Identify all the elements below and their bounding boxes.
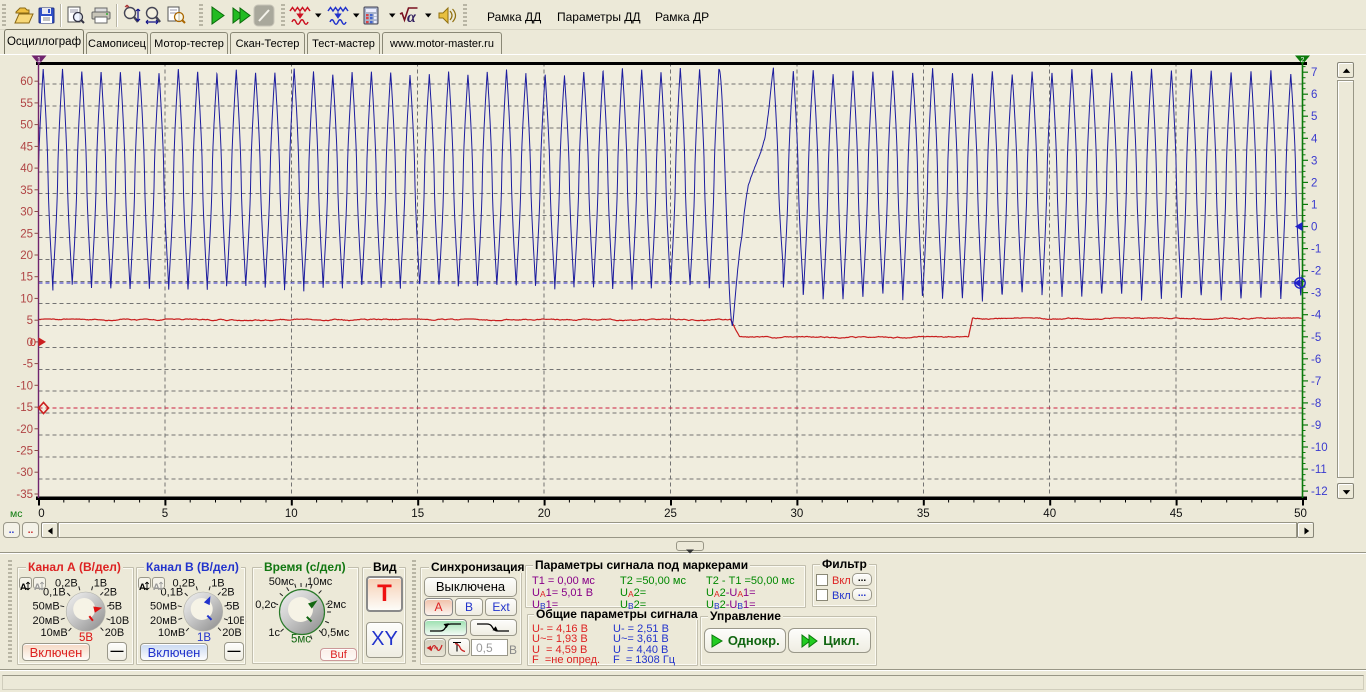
svg-text:-30: -30 (16, 467, 33, 479)
svg-text:-1: -1 (1311, 244, 1321, 256)
svg-text:0: 0 (38, 508, 44, 520)
svg-text:0: 0 (27, 337, 33, 349)
svg-text:0,1В: 0,1В (43, 587, 66, 599)
svg-text:20В: 20В (105, 627, 125, 639)
svg-text:10: 10 (20, 293, 33, 305)
svg-text:-8: -8 (1311, 398, 1321, 410)
svg-text:6: 6 (1311, 89, 1317, 101)
svg-text:α: α (407, 9, 417, 26)
svg-text:5: 5 (1311, 111, 1317, 123)
svg-text:45: 45 (20, 141, 33, 153)
svg-text:20мВ: 20мВ (33, 615, 60, 627)
svg-text:45: 45 (1170, 508, 1183, 520)
svg-text:-20: -20 (16, 424, 33, 436)
svg-text:40: 40 (1043, 508, 1056, 520)
svg-text:20: 20 (20, 250, 33, 262)
svg-text:20: 20 (538, 508, 551, 520)
svg-text:3: 3 (1311, 155, 1317, 167)
svg-text:-7: -7 (1311, 376, 1321, 388)
svg-text:25: 25 (664, 508, 677, 520)
svg-text:-5: -5 (23, 359, 33, 371)
svg-text:-5: -5 (1311, 332, 1321, 344)
svg-text:7: 7 (1311, 67, 1317, 79)
svg-text:-10: -10 (1311, 442, 1328, 454)
svg-text:-10: -10 (16, 380, 33, 392)
svg-text:мс: мс (10, 508, 22, 520)
svg-text:40: 40 (20, 163, 33, 175)
svg-text:5В: 5В (109, 601, 122, 613)
svg-text:-6: -6 (1311, 354, 1321, 366)
svg-text:-35: -35 (16, 489, 33, 501)
svg-text:30: 30 (791, 508, 804, 520)
svg-text:35: 35 (20, 185, 33, 197)
svg-text:2: 2 (1311, 177, 1317, 189)
svg-text:1: 1 (1311, 199, 1317, 211)
svg-text:-11: -11 (1311, 464, 1327, 476)
svg-text:5: 5 (162, 508, 168, 520)
svg-text:-9: -9 (1311, 420, 1321, 432)
svg-text:2В: 2В (104, 587, 117, 599)
svg-text:10В: 10В (110, 615, 130, 627)
svg-text:-4: -4 (1311, 310, 1322, 322)
svg-text:-12: -12 (1311, 486, 1328, 498)
svg-text:10: 10 (285, 508, 298, 520)
svg-text:-2: -2 (1311, 266, 1321, 278)
svg-text:25: 25 (20, 228, 33, 240)
svg-text:10мВ: 10мВ (41, 627, 68, 639)
svg-text:50: 50 (1294, 508, 1307, 520)
svg-text:2: 2 (1301, 57, 1305, 64)
svg-text:0: 0 (1311, 222, 1317, 234)
svg-text:50мВ: 50мВ (33, 601, 60, 613)
svg-text:5: 5 (27, 315, 33, 327)
svg-text:-15: -15 (16, 402, 33, 414)
svg-text:-3: -3 (1311, 288, 1321, 300)
svg-text:15: 15 (20, 272, 33, 284)
svg-text:A: A (153, 582, 160, 591)
svg-text:A: A (139, 582, 146, 591)
svg-text:55: 55 (20, 98, 33, 110)
svg-text:-25: -25 (16, 446, 33, 458)
svg-text:4: 4 (1311, 133, 1318, 145)
svg-text:30: 30 (20, 207, 33, 219)
svg-text:60: 60 (20, 76, 33, 88)
svg-text:1: 1 (37, 57, 41, 64)
svg-text:15: 15 (411, 508, 424, 520)
svg-text:35: 35 (917, 508, 930, 520)
svg-text:50: 50 (20, 120, 33, 132)
